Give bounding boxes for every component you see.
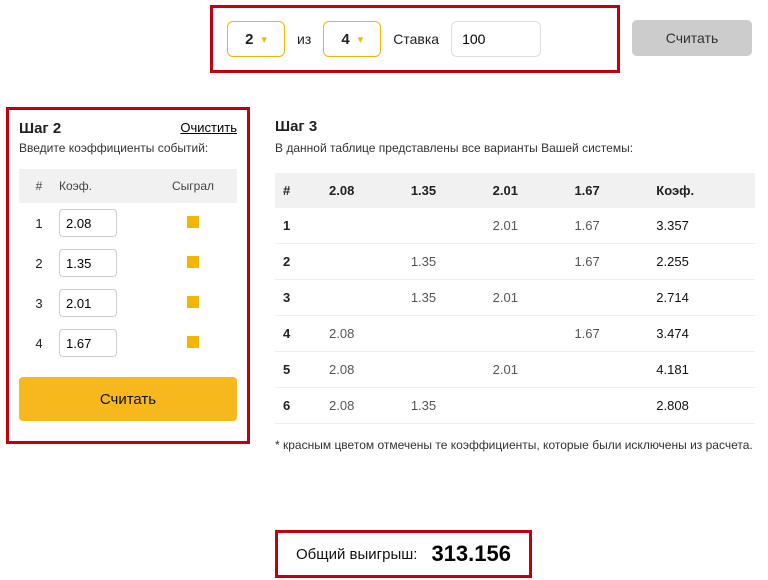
- table-cell: [485, 316, 567, 352]
- table-cell: 4.181: [648, 352, 755, 388]
- pick-value: 2: [245, 31, 253, 48]
- table-cell: 2.08: [321, 352, 403, 388]
- coef-row: 4: [19, 323, 237, 363]
- col-played: Сыграл: [149, 179, 237, 193]
- table-cell: [485, 388, 567, 424]
- table-header-cell: 1.67: [566, 173, 648, 208]
- played-checkbox[interactable]: [187, 296, 199, 308]
- combinations-table: #2.081.352.011.67Коэф. 12.011.673.35721.…: [275, 173, 755, 424]
- step2-title: Шаг 2: [19, 120, 61, 137]
- col-num: #: [19, 179, 59, 193]
- calculate-button-top[interactable]: Считать: [632, 20, 752, 56]
- step2-subtitle: Введите коэффициенты событий:: [19, 141, 237, 155]
- table-cell: 3.474: [648, 316, 755, 352]
- played-checkbox[interactable]: [187, 336, 199, 348]
- coef-rows: 1 2 3 4: [19, 203, 237, 363]
- step2-panel: Шаг 2 Очистить Введите коэффициенты собы…: [6, 107, 250, 444]
- system-params-bar: 2 ▾ из 4 ▾ Ставка: [210, 5, 620, 73]
- table-row: 52.08 2.01 4.181: [275, 352, 755, 388]
- coef-input[interactable]: [59, 209, 117, 237]
- table-cell: [321, 280, 403, 316]
- step3-title: Шаг 3: [275, 118, 755, 135]
- step3-panel: Шаг 3 В данной таблице представлены все …: [275, 118, 755, 452]
- chevron-down-icon: ▾: [261, 33, 267, 46]
- table-row: 42.08 1.673.474: [275, 316, 755, 352]
- table-cell: 2.08: [321, 388, 403, 424]
- table-cell: 2.01: [485, 280, 567, 316]
- row-num: 3: [19, 296, 59, 311]
- table-cell: 2.01: [485, 352, 567, 388]
- table-cell: 2.01: [485, 208, 567, 244]
- table-cell: [403, 208, 485, 244]
- table-header-cell: #: [275, 173, 321, 208]
- table-cell: 3: [275, 280, 321, 316]
- stake-input[interactable]: [451, 21, 541, 57]
- coef-input[interactable]: [59, 329, 117, 357]
- table-header-cell: 1.35: [403, 173, 485, 208]
- table-cell: [566, 388, 648, 424]
- table-cell: 1.67: [566, 244, 648, 280]
- total-select[interactable]: 4 ▾: [323, 21, 381, 57]
- coef-table-header: # Коэф. Сыграл: [19, 169, 237, 203]
- footnote: * красным цветом отмечены те коэффициент…: [275, 438, 755, 452]
- table-cell: 6: [275, 388, 321, 424]
- pick-select[interactable]: 2 ▾: [227, 21, 285, 57]
- table-row: 2 1.35 1.672.255: [275, 244, 755, 280]
- table-cell: 1.35: [403, 280, 485, 316]
- stake-label: Ставка: [393, 31, 439, 47]
- coef-row: 2: [19, 243, 237, 283]
- row-num: 4: [19, 336, 59, 351]
- table-cell: 2.255: [648, 244, 755, 280]
- table-cell: 1.67: [566, 316, 648, 352]
- table-cell: [321, 244, 403, 280]
- table-cell: 3.357: [648, 208, 755, 244]
- played-checkbox[interactable]: [187, 216, 199, 228]
- table-body: 12.011.673.35721.351.672.25531.352.012.7…: [275, 208, 755, 424]
- table-cell: 2.08: [321, 316, 403, 352]
- table-cell: 1.67: [566, 208, 648, 244]
- step3-subtitle: В данной таблице представлены все вариан…: [275, 141, 755, 155]
- clear-link[interactable]: Очистить: [180, 120, 237, 135]
- table-cell: [566, 280, 648, 316]
- table-cell: 1: [275, 208, 321, 244]
- coef-input[interactable]: [59, 289, 117, 317]
- total-value: 313.156: [431, 541, 511, 567]
- of-label: из: [297, 31, 311, 47]
- table-cell: [403, 352, 485, 388]
- played-checkbox[interactable]: [187, 256, 199, 268]
- table-header-cell: Коэф.: [648, 173, 755, 208]
- col-coef: Коэф.: [59, 179, 149, 193]
- table-cell: [566, 352, 648, 388]
- table-cell: 2: [275, 244, 321, 280]
- row-num: 1: [19, 216, 59, 231]
- table-header-row: #2.081.352.011.67Коэф.: [275, 173, 755, 208]
- table-header-cell: 2.01: [485, 173, 567, 208]
- row-num: 2: [19, 256, 59, 271]
- table-header-cell: 2.08: [321, 173, 403, 208]
- table-cell: 1.35: [403, 244, 485, 280]
- table-row: 3 1.352.01 2.714: [275, 280, 755, 316]
- table-cell: 2.714: [648, 280, 755, 316]
- coef-input[interactable]: [59, 249, 117, 277]
- total-winnings-box: Общий выигрыш: 313.156: [275, 530, 532, 578]
- table-cell: 4: [275, 316, 321, 352]
- table-cell: [321, 208, 403, 244]
- total-value: 4: [341, 31, 349, 48]
- table-cell: 1.35: [403, 388, 485, 424]
- calculate-button-step2[interactable]: Считать: [19, 377, 237, 421]
- coef-row: 1: [19, 203, 237, 243]
- coef-row: 3: [19, 283, 237, 323]
- table-row: 1 2.011.673.357: [275, 208, 755, 244]
- total-label: Общий выигрыш:: [296, 546, 417, 563]
- table-cell: [485, 244, 567, 280]
- table-cell: 2.808: [648, 388, 755, 424]
- table-row: 62.081.35 2.808: [275, 388, 755, 424]
- table-cell: 5: [275, 352, 321, 388]
- chevron-down-icon: ▾: [358, 33, 364, 46]
- table-cell: [403, 316, 485, 352]
